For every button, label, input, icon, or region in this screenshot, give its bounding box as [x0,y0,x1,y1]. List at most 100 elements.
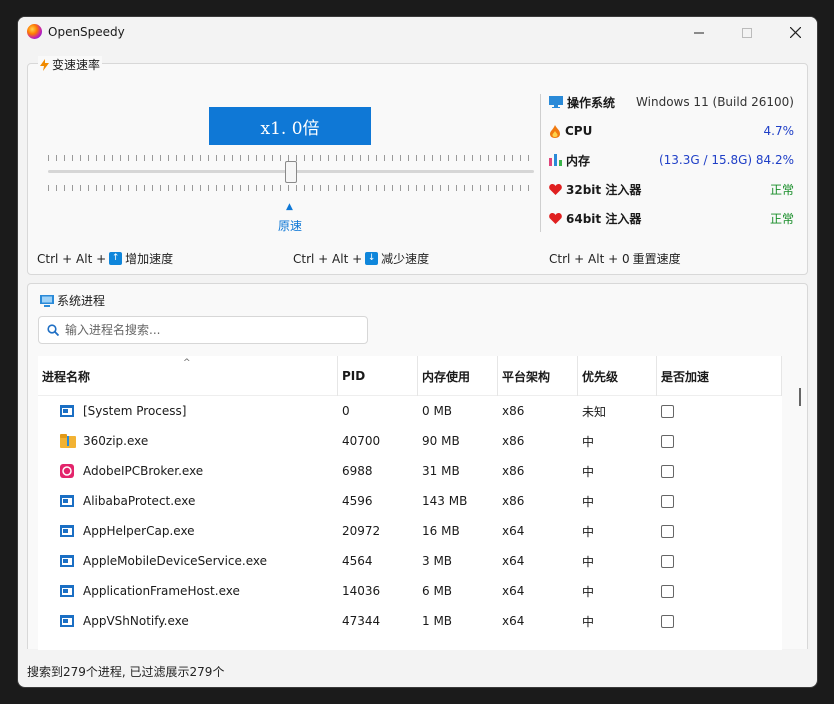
speed-value-display: x1. 0倍 [209,107,371,145]
system-divider [540,94,541,232]
column-header-priority[interactable]: 优先级 [578,356,657,396]
table-row[interactable]: AppHelperCap.exe 20972 16 MB x64 中 [38,516,782,546]
process-group-label: 系统进程 [57,294,106,308]
accelerate-checkbox[interactable] [661,584,674,598]
process-arch: x64 [502,524,525,538]
hotkey-decrease: Ctrl + Alt + ↓ 减少速度 [293,250,429,267]
injector64-row: 64bit 注入器 正常 [549,209,794,227]
accelerate-checkbox[interactable] [661,494,674,508]
process-arch: x64 [502,554,525,568]
cpu-row: CPU 4.7% [549,122,794,140]
accelerate-checkbox[interactable] [661,434,674,448]
table-header: 进程名称 ^ PID 内存使用 平台架构 优先级 是否加速 [38,356,782,396]
speed-group: 变速速率 x1. 0倍 ▲ 原速 操作系统 Windows 11 (Build … [27,56,808,275]
table-scrollbar[interactable] [799,388,801,406]
process-priority: 中 [582,554,595,569]
maximize-button[interactable] [724,17,770,48]
table-row[interactable]: AdobeIPCBroker.exe 6988 31 MB x86 中 [38,456,782,486]
column-header-pid[interactable]: PID [338,356,418,396]
arrow-down-icon: ↓ [365,252,379,265]
window-icon [60,396,80,426]
table-row[interactable]: AlibabaProtect.exe 4596 143 MB x86 中 [38,486,782,516]
column-header-memory[interactable]: 内存使用 [418,356,498,396]
monitor-icon [549,96,563,108]
process-name: [System Process] [83,404,187,418]
process-name: AdobeIPCBroker.exe [83,464,204,478]
process-memory: 3 MB [422,554,453,568]
process-priority: 中 [582,464,595,479]
minimize-icon [694,32,704,33]
reset-speed-link[interactable]: 原速 [278,217,302,234]
accelerate-checkbox-cell [661,576,674,606]
accelerate-checkbox-cell [661,516,674,546]
flame-icon [550,124,560,138]
process-arch: x86 [502,404,525,418]
search-box[interactable] [38,316,368,344]
accelerate-checkbox[interactable] [661,464,674,478]
process-memory: 16 MB [422,524,460,538]
process-arch: x86 [502,434,525,448]
memory-label: 内存 [566,153,591,168]
os-label: 操作系统 [567,95,616,110]
injector32-label: 32bit 注入器 [566,182,642,197]
column-header-arch[interactable]: 平台架构 [498,356,578,396]
accelerate-checkbox[interactable] [661,524,674,538]
close-icon [789,27,801,38]
sort-indicator-icon: ^ [183,358,191,368]
window-icon [60,576,80,606]
speed-slider-thumb[interactable] [285,161,297,183]
accelerate-checkbox-cell [661,396,674,426]
process-pid: 40700 [342,434,381,448]
process-priority: 中 [582,434,595,449]
accelerate-checkbox-cell [661,486,674,516]
os-row: 操作系统 Windows 11 (Build 26100) [549,93,794,111]
process-group: 系统进程 进程名称 ^ PID 内存使用 平台架构 优先级 是否加速 [Syst… [27,283,808,650]
speed-group-title: 变速速率 [38,56,103,73]
table-row[interactable]: AppVShNotify.exe 47344 1 MB x64 中 [38,606,782,636]
process-pid: 47344 [342,614,381,628]
process-priority: 中 [582,494,595,509]
accelerate-checkbox-cell [661,426,674,456]
reset-pointer-icon: ▲ [286,202,293,212]
computer-icon [40,294,54,307]
table-row[interactable]: [System Process] 0 0 MB x86 未知 [38,396,782,426]
accelerate-checkbox[interactable] [661,404,674,418]
process-table: 进程名称 ^ PID 内存使用 平台架构 优先级 是否加速 [System Pr… [38,356,782,650]
minimize-button[interactable] [676,17,722,48]
process-memory: 1 MB [422,614,453,628]
speed-group-label: 变速速率 [52,58,101,72]
process-arch: x64 [502,584,525,598]
search-input[interactable] [65,323,345,337]
accelerate-checkbox[interactable] [661,554,674,568]
process-memory: 6 MB [422,584,453,598]
hotkey-increase-action: 增加速度 [125,252,174,266]
process-arch: x86 [502,464,525,478]
accelerate-checkbox-cell [661,546,674,576]
process-name: AppVShNotify.exe [83,614,189,628]
column-header-accelerate[interactable]: 是否加速 [657,356,782,396]
lightning-icon [40,58,49,71]
cpu-value: 4.7% [763,124,795,138]
window-icon [60,486,80,516]
table-row[interactable]: ApplicationFrameHost.exe 14036 6 MB x64 中 [38,576,782,606]
process-memory: 143 MB [422,494,468,508]
process-memory: 90 MB [422,434,460,448]
maximize-icon [742,27,752,38]
heart-icon [549,183,562,195]
accelerate-checkbox[interactable] [661,614,674,628]
window-icon [60,606,80,636]
table-row[interactable]: 360zip.exe 40700 90 MB x86 中 [38,426,782,456]
window-icon [60,546,80,576]
table-row[interactable]: AppleMobileDeviceService.exe 4564 3 MB x64 中 [38,546,782,576]
close-button[interactable] [772,17,817,48]
process-pid: 0 [342,404,350,418]
process-priority: 中 [582,614,595,629]
hotkey-decrease-prefix: Ctrl + Alt + [293,251,363,266]
process-name: ApplicationFrameHost.exe [83,584,240,598]
hotkey-increase-prefix: Ctrl + Alt + [37,251,107,266]
slider-ticks-bottom [48,185,532,191]
injector64-label: 64bit 注入器 [566,211,642,226]
hotkey-increase: Ctrl + Alt + ↑ 增加速度 [37,250,173,267]
hotkey-reset-action: 重置速度 [632,252,681,266]
window-title: OpenSpeedy [48,25,125,39]
